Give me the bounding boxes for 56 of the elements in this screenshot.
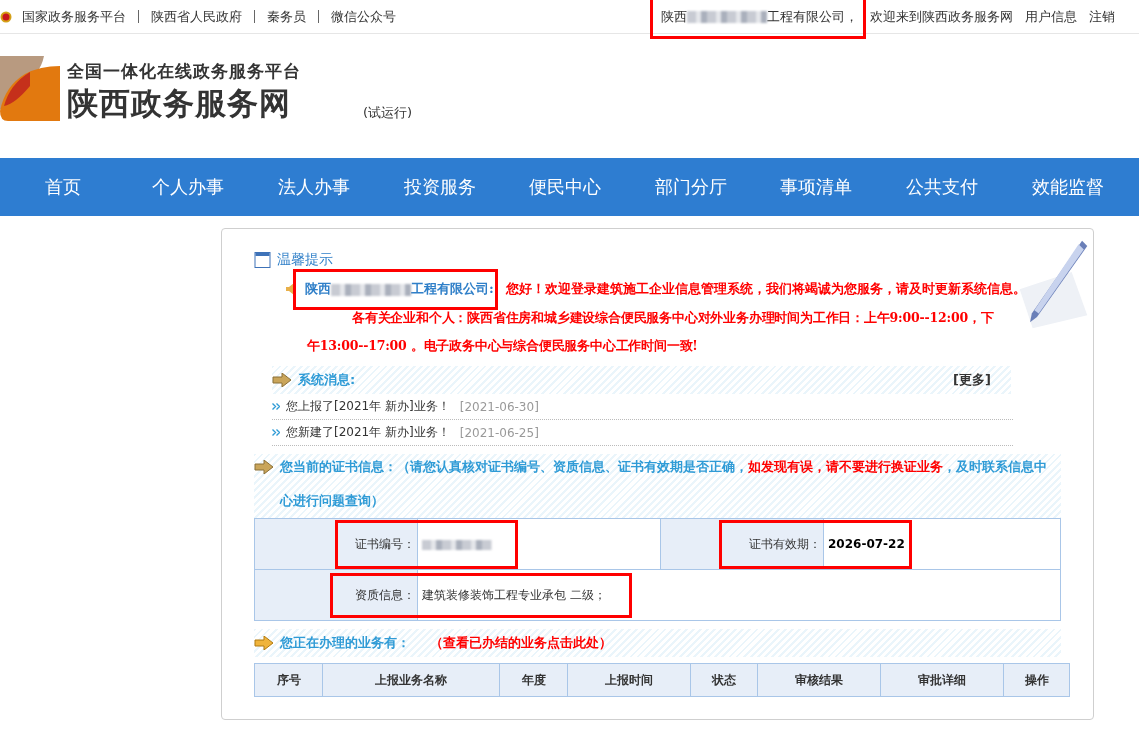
logo-icon: [0, 56, 60, 121]
platform-subtitle: 全国一体化在线政务服务平台: [67, 60, 301, 83]
message-date: [2021-06-25]: [459, 425, 539, 440]
certificate-notice: 您当前的证书信息：（请您认真核对证书编号、资质信息、证书有效期是否正确，如发现有误，请不要进行换证业务，及时联系信息中心进行问题查询）: [280, 458, 1048, 510]
company-name-start: 陕西: [661, 8, 687, 24]
nav-item[interactable]: 效能监督: [1004, 175, 1131, 199]
column-header: 上报时间: [567, 663, 691, 697]
more-link[interactable]: [更多]: [953, 371, 991, 389]
user-link[interactable]: 用户信息: [1025, 7, 1077, 26]
arrow-icon: [272, 373, 292, 387]
column-header: 操作: [1003, 663, 1070, 697]
top-link[interactable]: 陕西省人民政府: [151, 7, 242, 26]
field-label: 证书有效期：: [749, 536, 821, 551]
welcome-text: 欢迎来到陕西政务服务网: [870, 7, 1013, 26]
company-name-end: 工程有限公司:: [411, 281, 494, 296]
arrow-icon: [254, 636, 274, 650]
section-title: 您正在办理的业务有：: [280, 634, 410, 652]
window-icon: [254, 252, 271, 268]
company-name-end: 工程有限公司，: [767, 8, 858, 24]
emblem-icon: [0, 10, 12, 23]
nav-item[interactable]: 部门分厅: [627, 175, 754, 199]
trial-label: (试运行): [363, 104, 413, 122]
section-title: 系统消息:: [298, 371, 356, 389]
message-link[interactable]: 您新建了[2021年 新办]业务！: [286, 424, 450, 441]
nav-item[interactable]: 便民中心: [502, 175, 628, 199]
finished-business-link[interactable]: （查看已办结的业务点击此处）: [430, 634, 612, 652]
field-label: 证书编号：: [355, 536, 415, 551]
message-date: [2021-06-30]: [459, 399, 539, 414]
nav-item[interactable]: 投资服务: [376, 175, 503, 199]
nav-item[interactable]: 个人办事: [125, 175, 252, 199]
field-value: 建筑装修装饰工程专业承包 二级；: [422, 587, 606, 602]
top-link[interactable]: 秦务员: [267, 7, 306, 26]
column-header: 上报业务名称: [322, 663, 500, 697]
message-link[interactable]: 您上报了[2021年 新办]业务！: [286, 398, 450, 415]
user-link[interactable]: 注销: [1089, 7, 1115, 26]
column-header: 序号: [254, 663, 323, 697]
nav-item[interactable]: 事项清单: [753, 175, 880, 199]
greeting-text: 您好！欢迎登录建筑施工企业信息管理系统，我们将竭诚为您服务，请及时更新系统信息。: [505, 280, 1026, 298]
column-header: 审批详细: [880, 663, 1004, 697]
column-header: 审核结果: [757, 663, 881, 697]
double-chevron-icon: [272, 403, 280, 410]
notice-title: 温馨提示: [277, 251, 333, 269]
arrow-icon: [254, 460, 274, 474]
notice-text: 各有关企业和个人：陕西省住房和城乡建设综合便民服务中心对外业务办理时间为工作日：上午9:00--12:00，下午13:00--17:00 。电子政务中心与综合便民服务中心工作时间一致!: [307, 309, 995, 355]
column-header: 状态: [690, 663, 758, 697]
nav-item[interactable]: 法人办事: [251, 175, 377, 199]
field-value: 2026-07-22: [828, 537, 905, 551]
site-title: 陕西政务服务网: [67, 84, 292, 123]
company-name-start: 陕西: [305, 281, 331, 296]
column-header: 年度: [499, 663, 568, 697]
nav-item[interactable]: 首页: [0, 175, 126, 199]
double-chevron-icon: [272, 429, 280, 436]
top-link[interactable]: 微信公众号: [331, 7, 396, 26]
nav-item[interactable]: 公共支付: [879, 175, 1005, 199]
field-label: 资质信息：: [355, 587, 415, 602]
top-link[interactable]: 国家政务服务平台: [22, 7, 126, 26]
